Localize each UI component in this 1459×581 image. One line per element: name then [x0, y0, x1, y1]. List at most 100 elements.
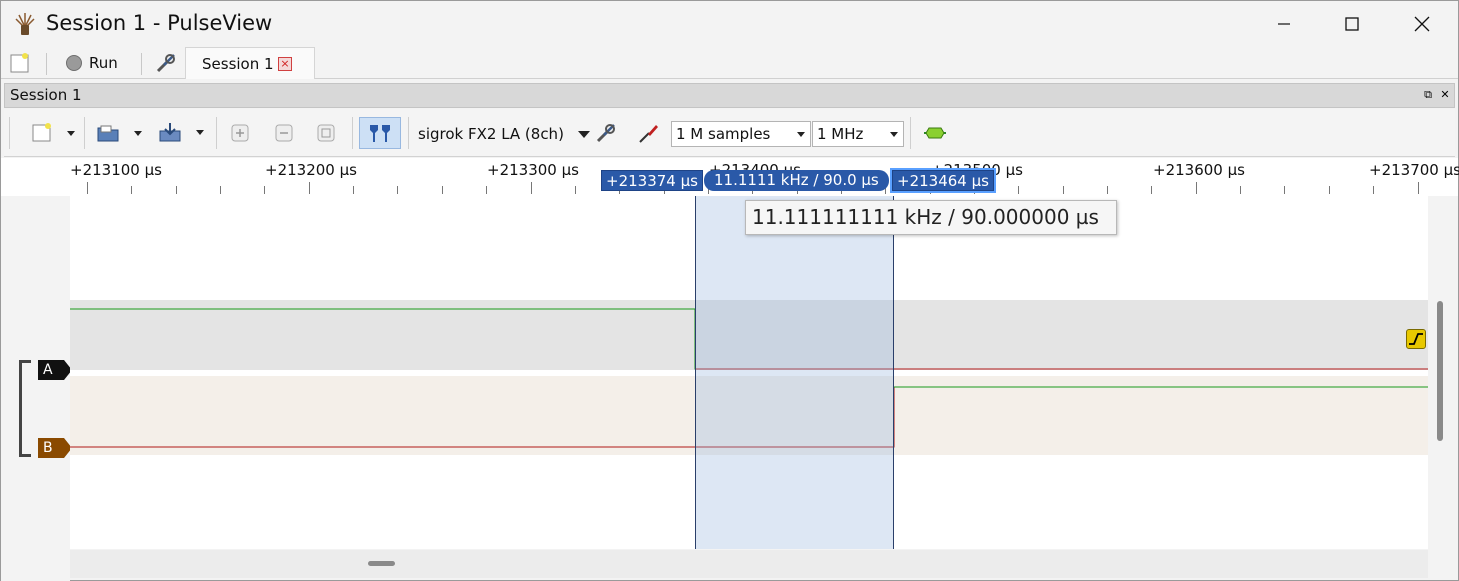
device-config-button[interactable]	[593, 117, 619, 149]
probe-config-button[interactable]	[636, 117, 662, 149]
run-label: Run	[89, 54, 118, 72]
minimize-icon	[1278, 23, 1290, 25]
tools-icon	[156, 54, 175, 73]
run-circle-icon	[66, 55, 82, 71]
maximize-button[interactable]	[1318, 1, 1386, 47]
cursor-selection-region[interactable]	[695, 196, 894, 549]
close-window-button[interactable]	[1388, 1, 1456, 47]
vertical-scrollbar[interactable]	[1437, 301, 1443, 441]
chevron-down-icon	[577, 131, 590, 138]
toolbar-divider	[408, 117, 409, 149]
tools-icon	[596, 124, 615, 143]
ruler-tick	[1196, 182, 1197, 194]
dropdown-arrow-icon	[797, 132, 805, 137]
time-ruler[interactable]: +213100 µs +213200 µs +213300 µs +213400…	[1, 158, 1459, 196]
ruler-tick	[1240, 186, 1241, 194]
probe-icon	[639, 125, 658, 143]
zoom-fit-icon	[317, 124, 335, 142]
zoom-fit-button[interactable]	[314, 117, 338, 149]
ruler-tick	[1418, 182, 1419, 194]
session-toolbar: sigrok FX2 LA (8ch) 1 M samples 1 MHz	[4, 109, 1455, 157]
ruler-tick	[1151, 186, 1152, 194]
zoom-in-icon	[231, 124, 249, 142]
channel-header-panel	[1, 196, 70, 581]
new-view-button[interactable]	[26, 117, 78, 149]
ruler-tick	[1018, 186, 1019, 194]
ruler-tick	[531, 182, 532, 194]
dropdown-arrow-icon	[890, 132, 898, 137]
undock-icon[interactable]: ⧉	[1422, 89, 1434, 101]
pulseview-window: Session 1 - PulseView Run Session 1 × Se…	[0, 0, 1459, 581]
ruler-tick	[1284, 186, 1285, 194]
tab-session-1[interactable]: Session 1 ×	[185, 47, 315, 79]
dock-close-icon[interactable]: ✕	[1439, 89, 1451, 101]
session-dock-header: Session 1 ⧉ ✕	[4, 83, 1455, 108]
cursor-2-flag[interactable]: +213464 µs	[890, 168, 996, 193]
ruler-tick	[1373, 186, 1374, 194]
toolbar-divider	[46, 53, 47, 75]
run-button[interactable]: Run	[65, 47, 118, 79]
ruler-tick	[309, 182, 310, 194]
zoom-out-icon	[275, 124, 293, 142]
horizontal-scrollbar-thumb[interactable]	[368, 561, 395, 566]
maximize-icon	[1345, 17, 1359, 31]
new-view-icon	[32, 123, 75, 142]
sample-count-select[interactable]: 1 M samples	[671, 121, 811, 147]
ruler-tick	[1107, 186, 1108, 194]
decoder-icon	[924, 127, 946, 139]
ruler-tick	[353, 186, 354, 194]
horizontal-scroll-track[interactable]	[70, 550, 1428, 578]
show-cursors-button[interactable]	[359, 117, 401, 149]
sample-count-value: 1 M samples	[676, 125, 771, 143]
toolbar-divider	[9, 117, 10, 149]
ruler-tick	[87, 182, 88, 194]
trace-view[interactable]	[70, 196, 1428, 549]
ruler-tick-label: +213200 µs	[265, 161, 357, 179]
toolbar-divider	[141, 53, 142, 75]
zoom-in-button[interactable]	[228, 117, 252, 149]
toolbar-divider	[84, 117, 85, 149]
trigger-rising-edge-icon[interactable]	[1406, 329, 1426, 349]
toolbar-divider	[216, 117, 217, 149]
ruler-tick-label: +213600 µs	[1153, 161, 1245, 179]
new-session-button[interactable]	[9, 47, 31, 79]
ruler-tick	[1063, 186, 1064, 194]
ruler-tick	[575, 186, 576, 194]
ruler-tick-label: +213700 µs	[1369, 161, 1459, 179]
channel-group-bracket	[19, 360, 31, 457]
ruler-tick-label: +213300 µs	[487, 161, 579, 179]
zoom-out-button[interactable]	[272, 117, 296, 149]
window-title: Session 1 - PulseView	[46, 11, 273, 35]
minimize-button[interactable]	[1250, 1, 1318, 47]
ruler-tick-label: +213100 µs	[70, 161, 162, 179]
cursor-tooltip: 11.111111111 kHz / 90.000000 µs	[745, 200, 1117, 235]
sample-rate-select[interactable]: 1 MHz	[812, 121, 904, 147]
settings-button[interactable]	[154, 47, 178, 79]
pulseview-app-icon	[15, 13, 35, 35]
tab-close-icon[interactable]: ×	[278, 57, 292, 71]
ruler-tick	[397, 186, 398, 194]
open-folder-icon	[97, 125, 142, 142]
device-selector[interactable]: sigrok FX2 LA (8ch)	[418, 121, 591, 147]
open-button[interactable]	[94, 117, 150, 149]
channel-b-label[interactable]: B	[38, 438, 72, 458]
save-button[interactable]	[154, 117, 212, 149]
channel-a-label[interactable]: A	[38, 360, 72, 380]
cursor-span-label[interactable]: 11.1111 kHz / 90.0 µs	[704, 170, 889, 191]
ruler-tick	[176, 186, 177, 194]
decoder-button[interactable]	[920, 117, 950, 149]
toolbar-divider	[910, 117, 911, 149]
close-icon	[1414, 16, 1430, 32]
main-toolbar: Run Session 1 ×	[1, 47, 1458, 79]
sample-rate-value: 1 MHz	[817, 125, 864, 143]
save-icon	[159, 123, 204, 142]
toolbar-divider	[352, 117, 353, 149]
ruler-tick	[486, 186, 487, 194]
tab-session-label: Session 1	[202, 54, 274, 73]
cursor-1-flag[interactable]: +213374 µs	[601, 170, 703, 191]
ruler-tick	[442, 186, 443, 194]
ruler-tick	[131, 186, 132, 194]
new-document-icon	[10, 53, 29, 73]
ruler-tick	[220, 186, 221, 194]
cursors-icon	[370, 125, 390, 142]
